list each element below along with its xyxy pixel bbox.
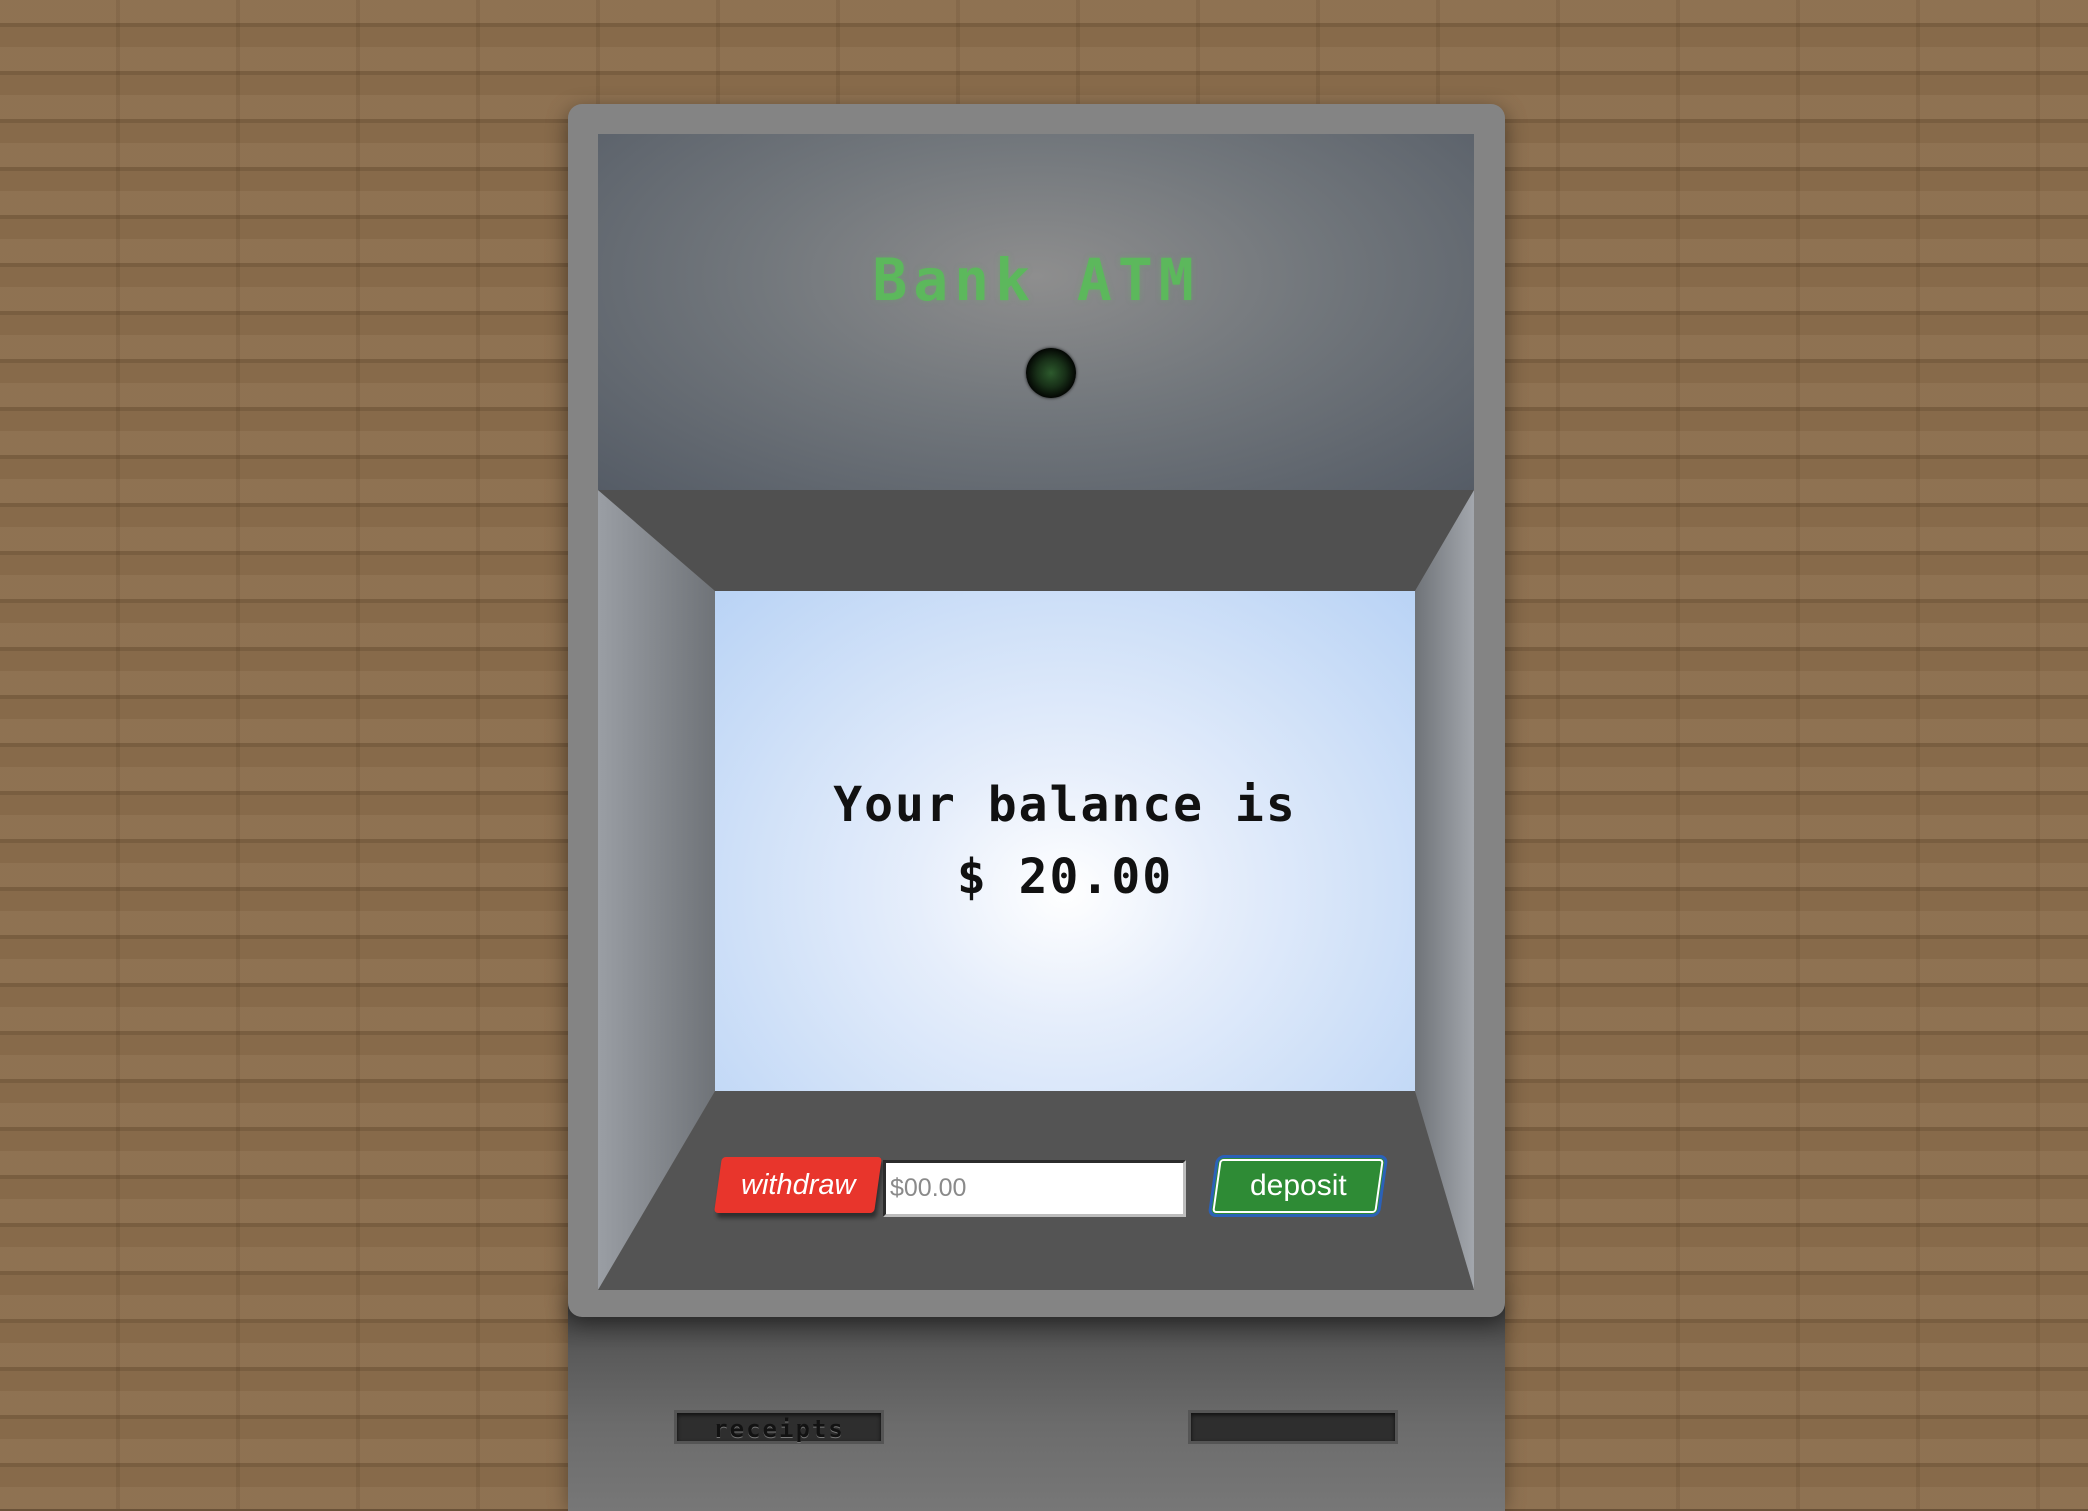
atm-header-panel: Bank ATM	[598, 134, 1474, 490]
atm-title: Bank ATM	[872, 246, 1200, 314]
deposit-button[interactable]: deposit	[1207, 1155, 1389, 1217]
withdraw-button-label: withdraw	[740, 1169, 856, 1201]
balance-message-line1: Your balance is	[833, 777, 1297, 833]
amount-input[interactable]	[883, 1160, 1186, 1217]
camera-lens-icon	[1026, 348, 1076, 398]
deposit-button-label: deposit	[1249, 1169, 1347, 1202]
receipts-slot[interactable]: receipts	[674, 1410, 884, 1444]
balance-amount: $ 20.00	[956, 849, 1174, 905]
receipts-label: receipts	[713, 1415, 845, 1443]
atm-display: Your balance is $ 20.00	[715, 591, 1415, 1091]
atm-cabinet: Bank ATM Your balance is $ 20.00 withdra…	[568, 104, 1505, 1317]
atm-lower-unit: receipts	[568, 1300, 1505, 1511]
withdraw-button[interactable]: withdraw	[714, 1157, 882, 1213]
atm-screen-bezel: Your balance is $ 20.00 withdraw deposit	[598, 490, 1474, 1290]
cash-slot[interactable]	[1188, 1410, 1398, 1444]
